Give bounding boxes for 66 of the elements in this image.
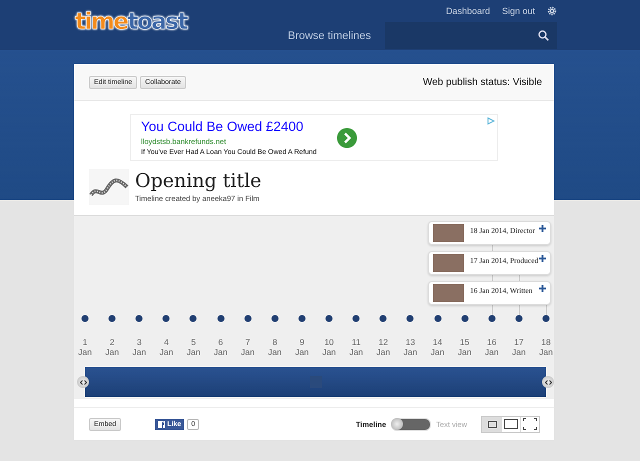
event-dot[interactable]: [515, 315, 522, 322]
date-label: 5 Jan: [186, 338, 200, 358]
event-dot[interactable]: [461, 315, 468, 322]
layout-button[interactable]: [482, 416, 501, 432]
date-label: 18 Jan: [539, 338, 553, 358]
date-label: 7 Jan: [240, 338, 255, 358]
header-link[interactable]: Dashboard: [446, 6, 490, 16]
photo-placeholder: [433, 254, 464, 272]
event-dot[interactable]: [271, 315, 278, 322]
view-switch[interactable]: [391, 418, 432, 430]
event-dot[interactable]: [406, 315, 414, 322]
event-dot[interactable]: [488, 315, 496, 322]
chevron-right-icon[interactable]: [337, 128, 357, 148]
chevrons-icon: [80, 380, 86, 384]
header-link[interactable]: Sign out: [502, 6, 535, 16]
ad-headline[interactable]: You Could Be Owed £2400: [141, 119, 331, 134]
event-dot[interactable]: [136, 315, 143, 322]
drag-handle[interactable]: [542, 376, 554, 388]
event-dot[interactable]: [434, 315, 442, 322]
date-label: 3 Jan: [132, 338, 146, 358]
event-dot[interactable]: [162, 315, 170, 322]
event-dot[interactable]: [82, 315, 88, 322]
date-label: 13 Jan: [404, 338, 418, 358]
layout-button[interactable]: [501, 416, 520, 432]
event-dot[interactable]: [217, 315, 224, 322]
film-strip-drawing: [89, 169, 129, 205]
chevrons-icon: [544, 380, 552, 384]
date-label: 17 Jan: [512, 338, 526, 358]
date-label: 4 Jan: [159, 338, 174, 358]
small-frame-icon: [488, 420, 496, 428]
event-dot[interactable]: [380, 315, 387, 322]
fullscreen-icon: [523, 418, 537, 430]
logo[interactable]: timetoast: [75, 0, 187, 50]
date-label: 8 Jan: [268, 338, 282, 358]
event-dot[interactable]: [352, 315, 360, 322]
date-label: 14 Jan: [430, 338, 444, 358]
date-label: 15 Jan: [458, 338, 472, 358]
event-dot[interactable]: [298, 315, 306, 322]
date-label: 6 Jan: [214, 338, 228, 358]
event-dot[interactable]: [190, 315, 197, 322]
plus-icon[interactable]: [539, 285, 546, 292]
photo-placeholder: [433, 284, 464, 302]
layout-button[interactable]: [520, 416, 539, 432]
timeline-title: Opening title: [135, 171, 262, 192]
plus-icon[interactable]: [539, 225, 546, 232]
date-label: 1 Jan: [78, 338, 92, 358]
date-label: 12 Jan: [376, 338, 390, 358]
publish-status: Web publish status: Visible: [422, 76, 542, 88]
date-label: 16 Jan: [484, 338, 499, 358]
event-dot[interactable]: [108, 315, 116, 322]
date-label: 10 Jan: [322, 338, 336, 358]
drag-handle[interactable]: [77, 376, 89, 388]
date-label: 11 Jan: [349, 338, 364, 358]
settings-icon[interactable]: [547, 6, 557, 16]
browse-link[interactable]: Browse timelines: [288, 30, 371, 42]
facebook-icon: [158, 420, 166, 428]
wide-frame-icon: [504, 419, 518, 429]
search-field[interactable]: [385, 22, 557, 49]
plus-icon[interactable]: [539, 255, 546, 262]
date-label: 2 Jan: [105, 338, 119, 358]
event-dot[interactable]: [244, 315, 252, 322]
date-label: 9 Jan: [295, 338, 309, 358]
event-dot[interactable]: [542, 315, 550, 322]
photo-placeholder: [433, 224, 464, 242]
search-icon[interactable]: [538, 30, 549, 41]
event-dot[interactable]: [326, 315, 333, 322]
